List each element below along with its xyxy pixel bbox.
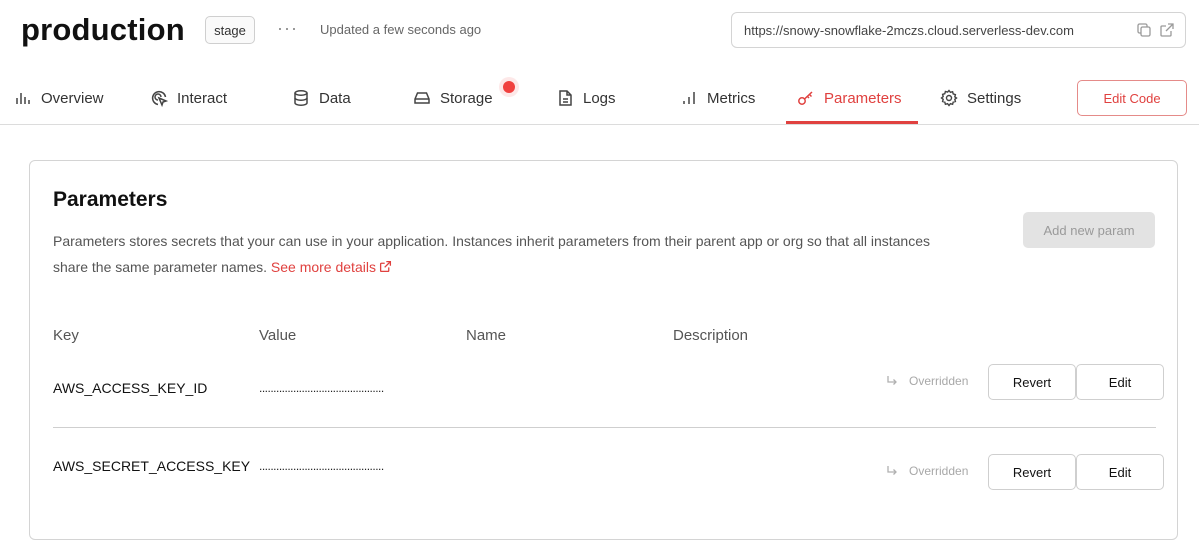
tab-parameters[interactable]: Parameters — [797, 86, 902, 110]
page-title: production — [21, 12, 185, 47]
url-field[interactable]: https://snowy-snowflake-2mczs.cloud.serv… — [731, 12, 1186, 48]
document-icon — [559, 90, 572, 106]
tab-divider — [0, 124, 1199, 125]
return-arrow-icon — [887, 376, 897, 385]
return-arrow-icon — [887, 466, 897, 475]
tab-label: Logs — [583, 89, 616, 107]
column-header-value: Value — [259, 327, 297, 344]
key-icon — [798, 91, 813, 105]
updated-status: Updated a few seconds ago — [320, 22, 482, 37]
table-row-value: ........................................… — [259, 459, 384, 473]
column-header-key: Key — [53, 327, 79, 344]
tab-label: Storage — [440, 89, 493, 107]
table-row-key: AWS_SECRET_ACCESS_KEY — [53, 458, 251, 474]
stage-badge[interactable]: stage — [205, 16, 255, 44]
tab-label: Data — [319, 89, 351, 107]
add-new-param-button[interactable]: Add new param — [1023, 212, 1155, 248]
overridden-status: Overridden — [885, 464, 968, 478]
notification-dot — [503, 81, 515, 93]
external-link-icon — [379, 260, 391, 273]
overridden-status: Overridden — [885, 374, 968, 388]
row-divider — [53, 427, 1156, 428]
cursor-click-icon — [151, 90, 168, 107]
chart-icon — [16, 93, 30, 104]
card-title: Parameters — [53, 188, 168, 211]
card-description: Parameters stores secrets that your can … — [53, 228, 953, 280]
url-text: https://snowy-snowflake-2mczs.cloud.serv… — [744, 23, 1074, 38]
status-label: Overridden — [909, 374, 969, 388]
revert-button[interactable]: Revert — [988, 364, 1076, 400]
tab-interact[interactable]: Interact — [150, 86, 227, 110]
tab-storage[interactable]: Storage — [413, 86, 493, 110]
revert-button[interactable]: Revert — [988, 454, 1076, 490]
description-text: Parameters stores secrets that your can … — [53, 233, 930, 275]
tab-label: Metrics — [707, 89, 756, 107]
tab-metrics[interactable]: Metrics — [680, 86, 755, 110]
edit-button[interactable]: Edit — [1076, 364, 1164, 400]
drive-icon — [414, 92, 430, 104]
tab-data[interactable]: Data — [292, 86, 351, 110]
edit-code-button[interactable]: Edit Code — [1077, 80, 1187, 116]
column-header-name: Name — [466, 327, 507, 344]
tab-label: Interact — [177, 89, 228, 107]
gear-icon — [940, 89, 958, 107]
tab-label: Parameters — [824, 89, 902, 107]
tab-label: Overview — [41, 89, 104, 107]
link-label: See more details — [270, 259, 376, 275]
bars-icon — [683, 92, 695, 104]
table-row-key: AWS_ACCESS_KEY_ID — [53, 380, 208, 396]
external-link-icon[interactable] — [1159, 22, 1175, 38]
database-icon — [294, 90, 308, 106]
copy-icon[interactable] — [1136, 22, 1152, 38]
column-header-description: Description — [673, 327, 749, 344]
edit-button[interactable]: Edit — [1076, 454, 1164, 490]
status-label: Overridden — [909, 464, 969, 478]
tab-settings[interactable]: Settings — [940, 86, 1021, 110]
more-options-button[interactable]: ··· — [277, 18, 298, 39]
parameters-card: Parameters Parameters stores secrets tha… — [29, 160, 1178, 540]
tab-overview[interactable]: Overview — [14, 86, 104, 110]
see-more-details-link[interactable]: See more details — [271, 259, 392, 275]
table-row-value: ........................................… — [259, 381, 384, 395]
tab-label: Settings — [967, 89, 1022, 107]
tab-logs[interactable]: Logs — [556, 86, 616, 110]
